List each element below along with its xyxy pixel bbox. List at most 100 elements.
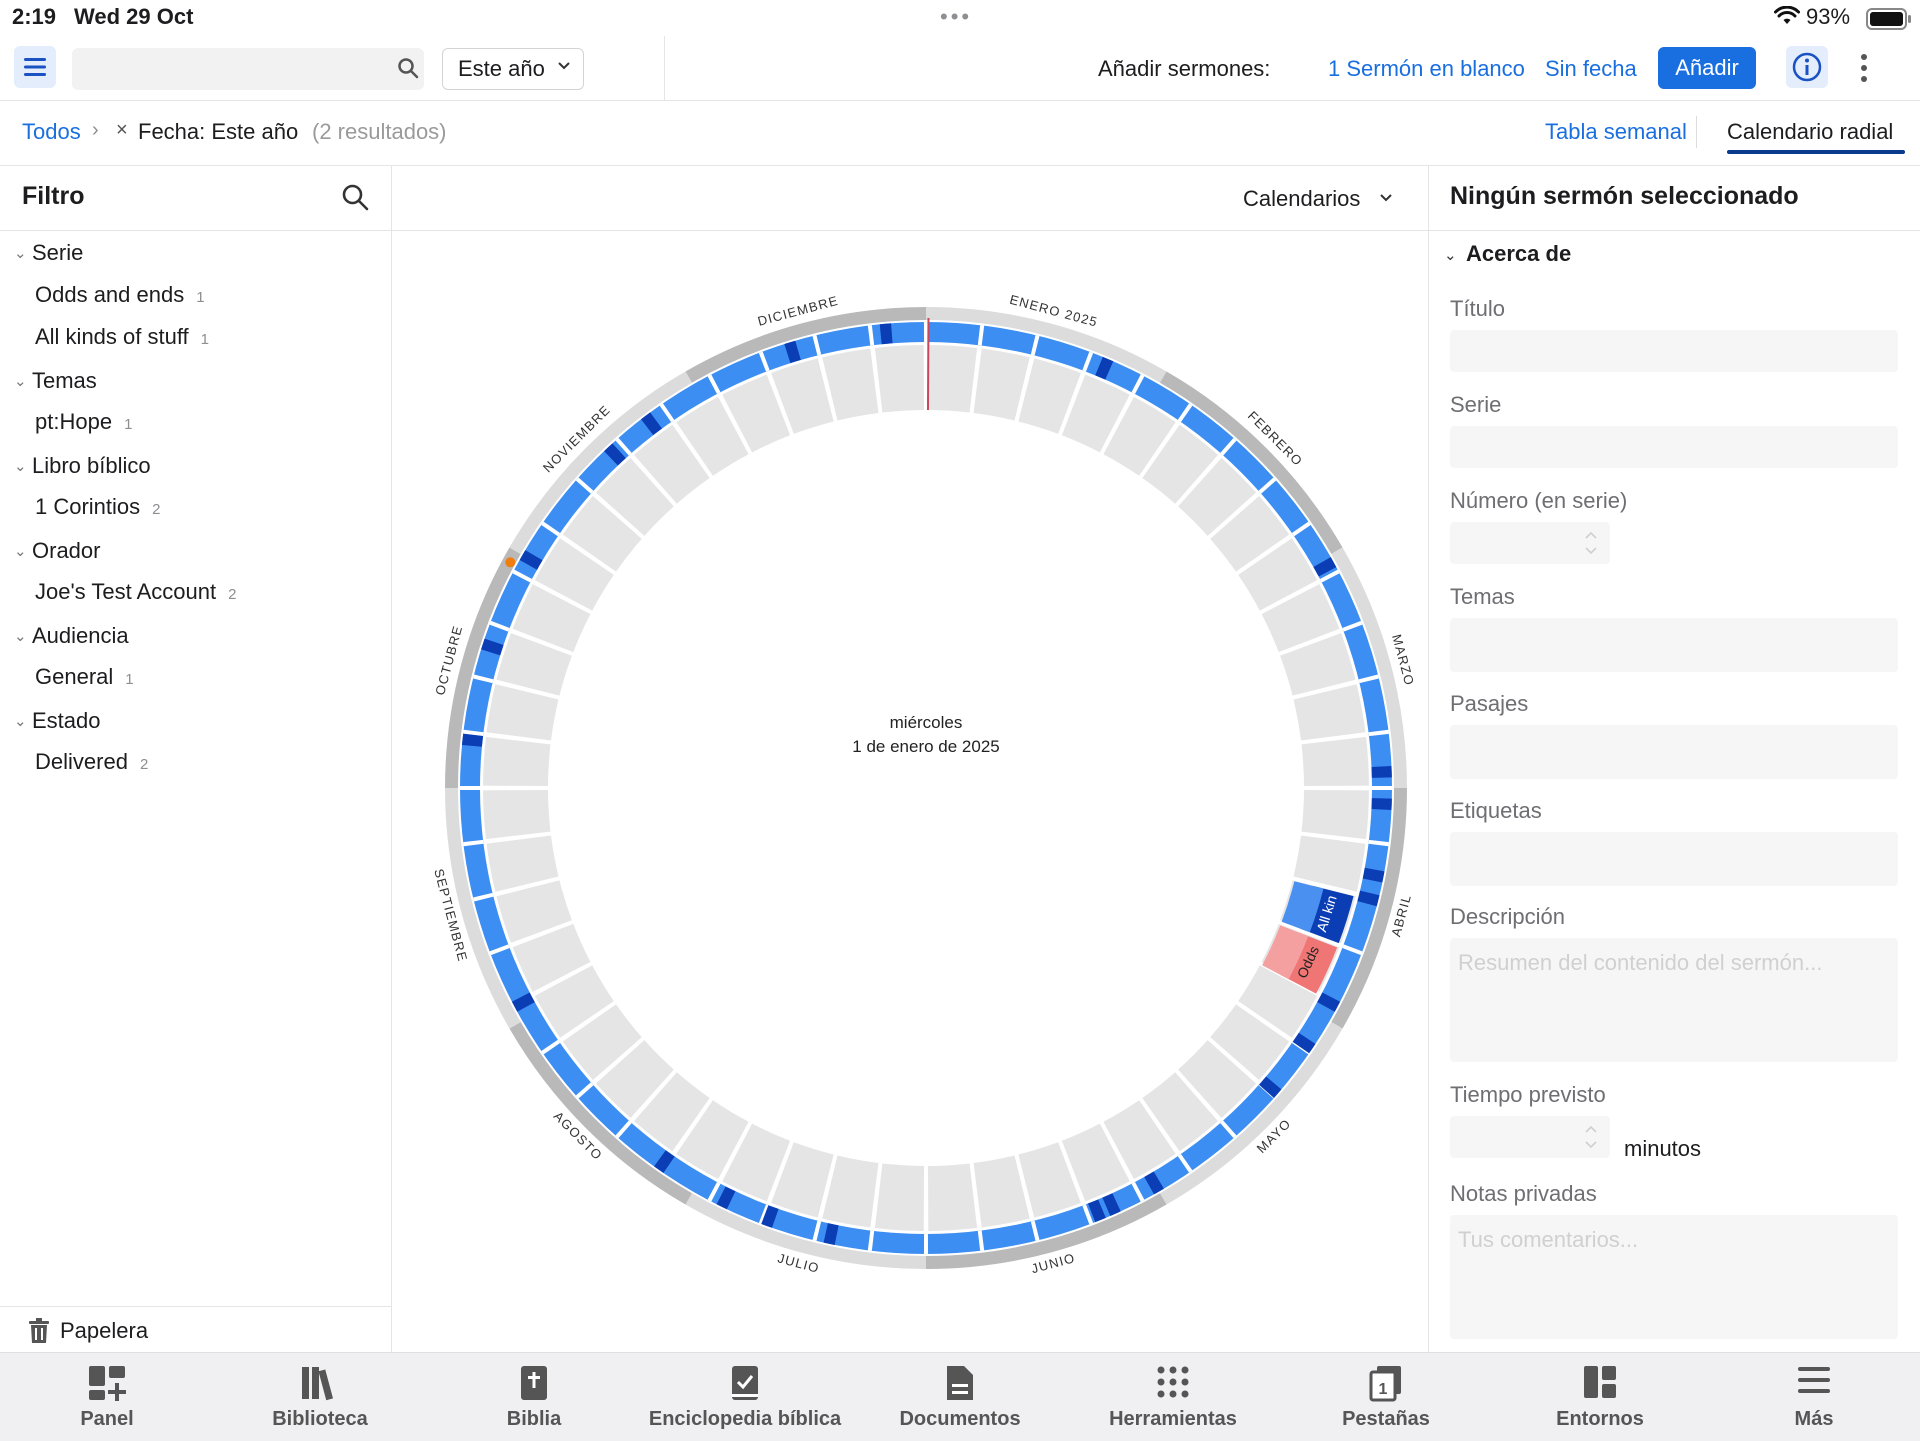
week-cell[interactable] [487,836,559,892]
week-cell[interactable] [928,1163,977,1231]
item-label: Joe's Test Account [35,579,216,604]
item-count: 1 [201,331,209,348]
week-cell[interactable] [487,684,559,740]
week-band-mark [462,734,483,747]
series-field[interactable] [1450,426,1898,468]
toolbar-divider [664,36,665,100]
tab-label: Biblioteca [260,1408,380,1431]
title-field[interactable] [1450,330,1898,372]
tab-bible[interactable]: Biblia [484,1352,584,1440]
undated-link[interactable]: Sin fecha [1545,56,1637,82]
tab-panel[interactable]: Panel [57,1352,157,1440]
week-cell[interactable] [875,345,924,413]
filter-title: Filtro [22,182,85,211]
about-section-header[interactable]: Acerca de [1466,241,1571,267]
breadcrumb-root[interactable]: Todos [22,119,81,145]
stepper-arrows-icon[interactable] [1584,528,1598,558]
add-button[interactable]: Añadir [1658,47,1756,89]
chevron-down-icon [556,58,572,74]
tab-divider [1696,116,1697,148]
chevron-down-icon: ⌄ [14,627,32,645]
search-icon[interactable] [340,182,370,212]
filter-item[interactable]: Joe's Test Account2 [35,579,236,605]
battery-percentage: 93% [1806,4,1850,30]
wifi-icon [1774,6,1800,26]
month-ring [445,307,1407,1269]
week-cell[interactable] [974,1155,1030,1227]
filter-item[interactable]: pt:Hope1 [35,409,132,435]
tab-tools[interactable]: Herramientas [1100,1352,1246,1440]
tab-weekly-table[interactable]: Tabla semanal [1545,119,1687,145]
section-label: Audiencia [32,623,129,648]
chevron-down-icon [1378,190,1394,206]
tab-encyclopedia[interactable]: Enciclopedia bíblica [640,1352,850,1440]
week-cell[interactable] [483,737,551,786]
filter-item[interactable]: All kinds of stuff 1 [35,324,209,350]
week-separator [460,786,480,790]
radial-calendar[interactable]: ENERO 2025FEBREROMARZOABRILMAYOJUNIOJULI… [392,231,1428,1351]
search-input[interactable] [72,48,424,90]
tab-library[interactable]: Biblioteca [260,1352,380,1440]
filter-section-audiencia[interactable]: ⌄Audiencia [14,623,129,649]
week-cell[interactable] [1293,836,1365,892]
week-cell[interactable] [928,345,977,413]
multitask-dots-icon[interactable]: ••• [940,4,972,30]
filter-section-libro[interactable]: ⌄Libro bíblico [14,453,151,479]
center-day: miércoles [890,713,963,732]
filter-item[interactable]: General1 [35,664,134,690]
filter-section-orador[interactable]: ⌄Orador [14,538,100,564]
calendars-select[interactable]: Calendarios [1243,186,1360,212]
field-label: Descripción [1450,904,1565,930]
tab-layouts[interactable]: Entornos [1540,1352,1660,1440]
week-cell[interactable] [974,349,1030,421]
tab-tabs[interactable]: 1 Pestañas [1326,1352,1446,1440]
tabs-icon: 1 [1368,1364,1404,1402]
trash-label[interactable]: Papelera [60,1318,148,1344]
item-label: All kinds of stuff [35,324,189,349]
week-separator [924,1234,928,1254]
week-cell[interactable] [1293,684,1365,740]
tab-label: Herramientas [1100,1408,1246,1431]
tags-field[interactable] [1450,832,1898,886]
tab-label: Biblia [484,1408,584,1431]
field-label: Serie [1450,392,1501,418]
filter-section-temas[interactable]: ⌄Temas [14,368,97,394]
week-cell[interactable] [483,790,551,839]
tab-more[interactable]: Más [1764,1352,1864,1440]
blank-sermon-link[interactable]: 1 Sermón en blanco [1328,56,1525,82]
tools-icon [1155,1364,1191,1400]
section-label: Estado [32,708,101,733]
week-cell[interactable] [1301,790,1369,839]
add-sermons-label: Añadir sermones: [1098,56,1270,82]
week-cell[interactable] [822,349,878,421]
passages-field[interactable] [1450,725,1898,779]
week-band-mark [880,323,893,344]
week-cell[interactable] [875,1163,924,1231]
info-button[interactable] [1786,46,1828,88]
item-label: pt:Hope [35,409,112,434]
minutes-label: minutos [1624,1136,1701,1162]
week-cell[interactable] [1301,737,1369,786]
section-label: Temas [32,368,97,393]
week-cell[interactable] [822,1155,878,1227]
week-separator [1372,786,1392,790]
search-icon[interactable] [396,56,420,80]
tab-radial-calendar[interactable]: Calendario radial [1727,119,1893,145]
filter-item[interactable]: Delivered2 [35,749,148,775]
sidebar-toggle-button[interactable] [14,46,56,88]
remove-filter-icon[interactable]: × [116,119,128,142]
tab-documents[interactable]: Documentos [890,1352,1030,1440]
filter-section-serie[interactable]: ⌄Serie [14,240,83,266]
filter-item[interactable]: Odds and ends1 [35,282,205,308]
chevron-down-icon[interactable]: ⌄ [1444,246,1457,264]
filter-section-estado[interactable]: ⌄Estado [14,708,101,734]
stepper-arrows-icon[interactable] [1584,1122,1598,1152]
bible-icon [518,1364,550,1402]
hamburger-icon [14,46,56,88]
more-vertical-icon[interactable] [1858,52,1870,84]
topics-field[interactable] [1450,618,1898,672]
week-band [460,322,1392,1254]
filter-item[interactable]: 1 Corintios2 [35,494,161,520]
trash-icon[interactable] [28,1318,50,1344]
tab-label: Más [1764,1408,1864,1431]
